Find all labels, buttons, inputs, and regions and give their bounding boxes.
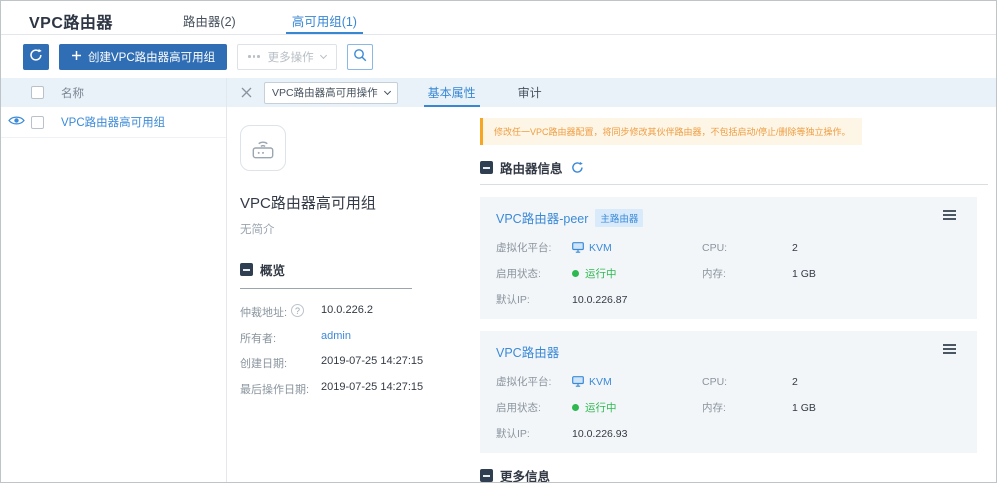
object-name: VPC路由器高可用组 — [240, 192, 472, 213]
card-menu-icon[interactable] — [943, 210, 956, 222]
field-owner: 所有者: admin — [240, 330, 472, 356]
router-avatar-icon — [240, 125, 286, 171]
more-actions-label: 更多操作 — [268, 49, 314, 65]
router-info-title: 路由器信息 — [500, 158, 563, 177]
router-name-link[interactable]: VPC路由器-peer — [496, 208, 588, 227]
cpu-value: 2 — [792, 376, 977, 388]
row-checkbox[interactable] — [31, 116, 44, 129]
help-icon[interactable] — [291, 304, 304, 317]
ellipsis-icon — [248, 55, 262, 58]
router-info-icon — [480, 161, 493, 174]
create-ha-group-label: 创建VPC路由器高可用组 — [88, 49, 215, 65]
overview-icon — [240, 263, 253, 276]
status-running-dot — [572, 404, 579, 411]
more-info-icon — [480, 469, 493, 482]
status-value: 运行中 — [585, 400, 617, 415]
close-icon[interactable] — [239, 85, 254, 100]
router-card: VPC路由器 虚拟化平台: KVM CPU: — [480, 331, 977, 453]
vpc-router-window: VPC路由器 路由器(2) 高可用组(1) 创建VPC路由器高可用组 更多操作 — [0, 0, 997, 483]
column-header-name: 名称 — [61, 85, 84, 101]
card-menu-icon[interactable] — [943, 344, 956, 356]
default-ip-value: 10.0.226.87 — [572, 294, 702, 306]
eye-icon[interactable] — [8, 113, 25, 131]
overview-divider — [240, 288, 412, 289]
actions-dropdown-label: VPC路由器高可用操作 — [272, 85, 378, 100]
select-all-checkbox[interactable] — [31, 86, 44, 99]
router-info-divider — [480, 184, 988, 185]
search-icon — [353, 48, 367, 65]
list-row-ha-group[interactable]: VPC路由器高可用组 — [1, 107, 226, 138]
tab-ha-groups[interactable]: 高可用组(1) — [286, 1, 363, 34]
detail-info-column: VPC路由器高可用组 无简介 概览 仲裁地址: 10.0.226.2 — [227, 107, 472, 483]
detail-panel: VPC路由器高可用操作 基本属性 审计 — [227, 78, 996, 483]
router-name-link[interactable]: VPC路由器 — [496, 342, 559, 361]
status-value: 运行中 — [585, 266, 617, 281]
detail-tabs: 基本属性 审计 — [424, 78, 580, 107]
tab-basic-properties[interactable]: 基本属性 — [424, 78, 480, 107]
chevron-down-icon — [320, 52, 327, 59]
overview-title: 概览 — [260, 260, 285, 279]
detail-content-column: 修改任一VPC路由器配置，将同步修改其伙伴路由器，不包括启动/停止/删除等独立操… — [472, 107, 996, 483]
cpu-value: 2 — [792, 242, 977, 254]
plus-icon — [71, 50, 82, 64]
warning-banner: 修改任一VPC路由器配置，将同步修改其伙伴路由器，不包括启动/停止/删除等独立操… — [480, 118, 862, 145]
default-ip-value: 10.0.226.93 — [572, 428, 702, 440]
more-info-title: 更多信息 — [500, 466, 550, 483]
kvm-icon — [572, 376, 584, 387]
page-tabs: 路由器(2) 高可用组(1) — [155, 1, 385, 34]
refresh-button[interactable] — [23, 44, 49, 70]
status-running-dot — [572, 270, 579, 277]
actions-dropdown[interactable]: VPC路由器高可用操作 — [264, 82, 398, 104]
owner-link[interactable]: admin — [321, 330, 351, 342]
detail-header-band: VPC路由器高可用操作 基本属性 审计 — [227, 78, 996, 107]
section-refresh-icon[interactable] — [571, 161, 584, 174]
memory-value: 1 GB — [792, 268, 977, 280]
more-actions-button[interactable]: 更多操作 — [237, 44, 337, 70]
memory-value: 1 GB — [792, 402, 977, 414]
router-card-peer: VPC路由器-peer 主路由器 虚拟化平台: KVM — [480, 197, 977, 319]
overview-section-header: 概览 — [240, 260, 472, 279]
ha-group-list-panel: 名称 VPC路由器高可用组 — [1, 78, 227, 483]
platform-value: KVM — [589, 242, 612, 254]
primary-router-badge: 主路由器 — [595, 209, 643, 227]
field-last-op-date: 最后操作日期: 2019-07-25 14:27:15 — [240, 381, 472, 407]
router-info-section-header: 路由器信息 — [480, 158, 988, 177]
page-title: VPC路由器 — [29, 9, 113, 34]
refresh-icon — [29, 48, 43, 65]
page-header: VPC路由器 路由器(2) 高可用组(1) — [1, 1, 996, 35]
field-arbitration-address: 仲裁地址: 10.0.226.2 — [240, 304, 472, 330]
object-description: 无简介 — [240, 221, 472, 237]
row-name-link[interactable]: VPC路由器高可用组 — [61, 114, 165, 130]
search-button[interactable] — [347, 44, 373, 70]
tab-audit[interactable]: 审计 — [514, 78, 546, 107]
toolbar: 创建VPC路由器高可用组 更多操作 — [1, 35, 996, 78]
list-header: 名称 — [1, 78, 226, 107]
chevron-down-icon — [384, 88, 391, 95]
platform-value: KVM — [589, 376, 612, 388]
kvm-icon — [572, 242, 584, 253]
create-ha-group-button[interactable]: 创建VPC路由器高可用组 — [59, 44, 227, 70]
more-info-section-header: 更多信息 — [480, 466, 988, 483]
field-create-date: 创建日期: 2019-07-25 14:27:15 — [240, 355, 472, 381]
tab-routers[interactable]: 路由器(2) — [177, 1, 242, 34]
